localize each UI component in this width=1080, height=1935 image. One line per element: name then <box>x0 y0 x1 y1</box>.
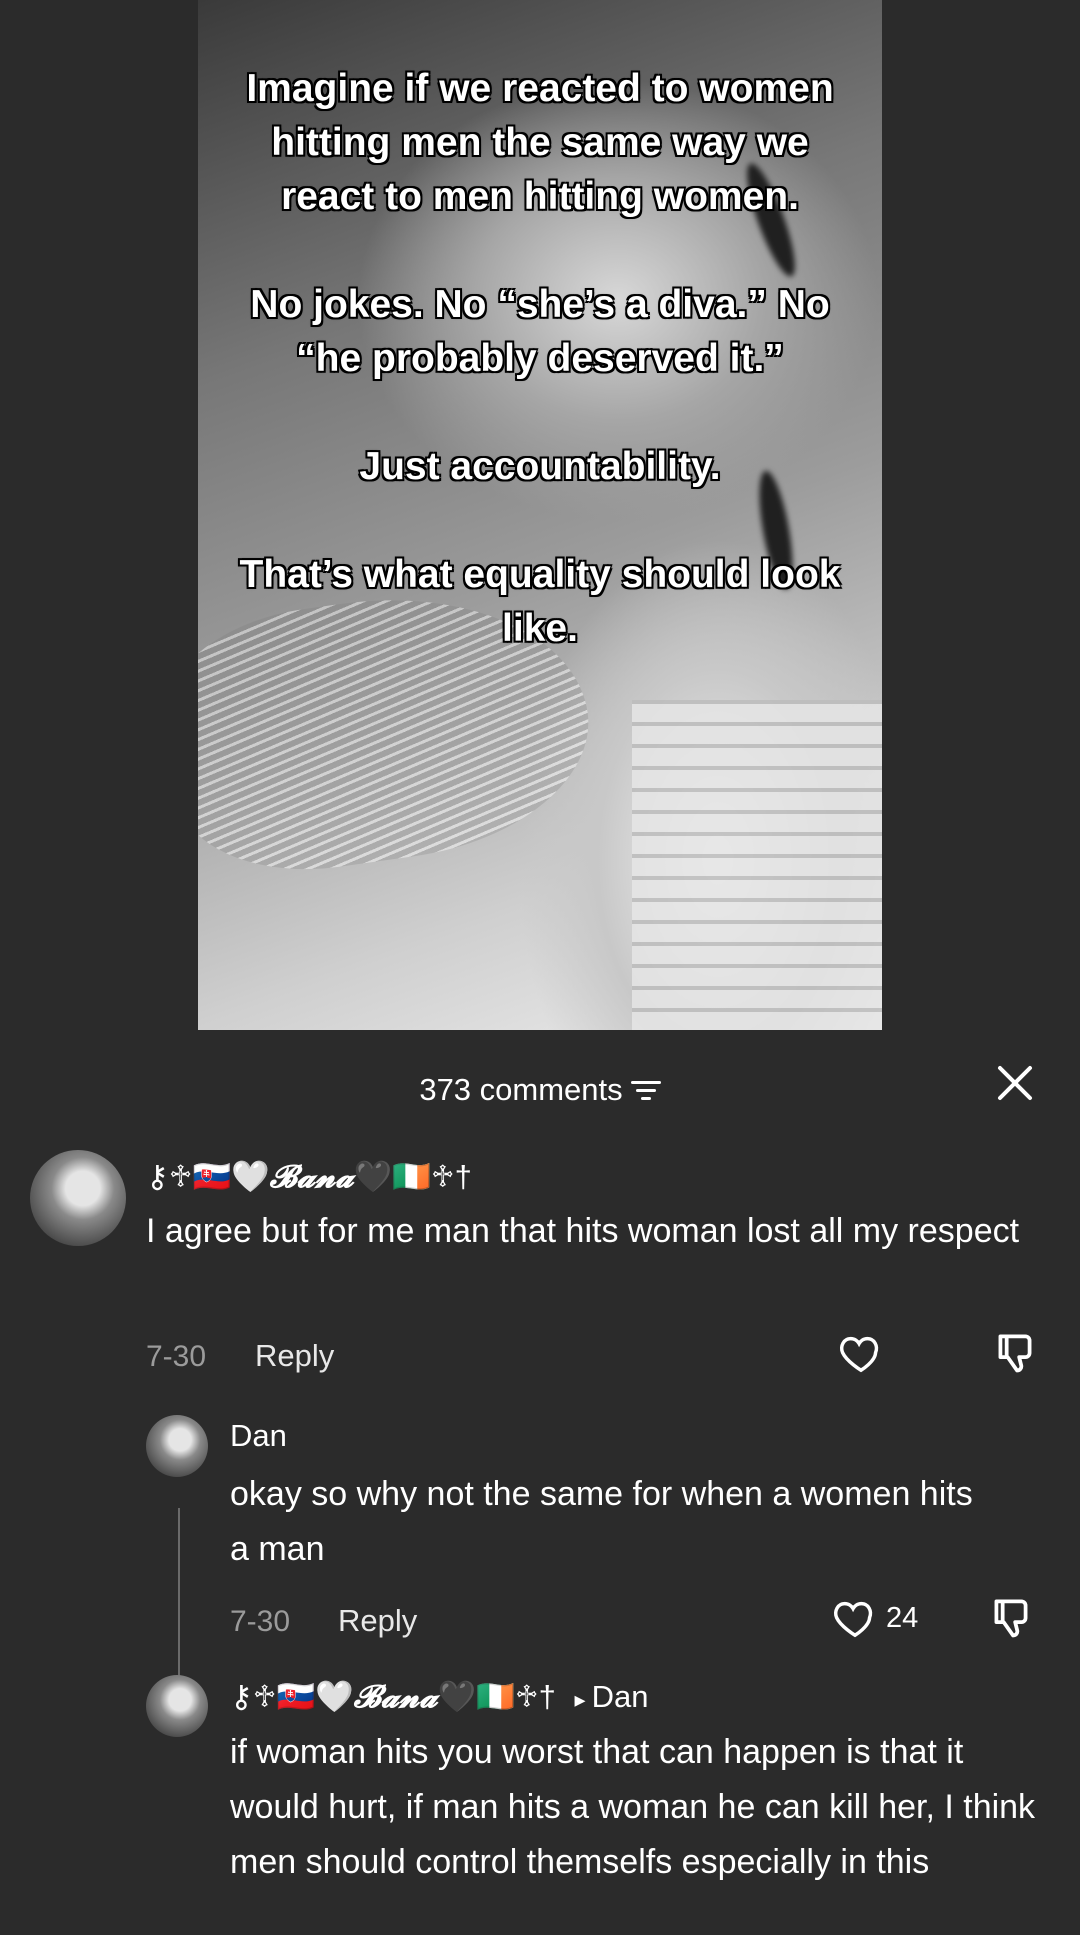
comments-count: 373 comments <box>419 1072 623 1107</box>
like-count: 24 <box>886 1601 919 1634</box>
comment-text: if woman hits you worst that can happen … <box>230 1733 1036 1881</box>
video-frame[interactable]: Imagine if we reacted to women hitting m… <box>198 0 882 1030</box>
background-window <box>632 700 882 1030</box>
caption-line: That’s what equality should look like. <box>239 553 841 650</box>
filter-lines-icon[interactable] <box>630 1079 661 1101</box>
comment-text: okay so why not the same for when a wome… <box>230 1475 973 1568</box>
author-name: 𝓑𝓪𝓷𝓪 <box>353 1679 438 1715</box>
author-name: 𝓑𝓪𝓷𝓪 <box>269 1159 354 1195</box>
author-emoji-suffix: 🖤🇮🇪♱† <box>437 1679 556 1714</box>
author-emoji-prefix: ⚷♱🇸🇰🤍 <box>146 1159 270 1194</box>
video-area[interactable]: Imagine if we reacted to women hitting m… <box>0 0 1080 1030</box>
comment-author[interactable]: ⚷♱🇸🇰🤍𝓑𝓪𝓷𝓪🖤🇮🇪♱† <box>146 1158 472 1196</box>
comments-sheet: 373 comments ⚷♱🇸🇰🤍𝓑𝓪𝓷𝓪🖤🇮🇪♱† I agree but … <box>0 1030 1080 1920</box>
thumbs-down-icon[interactable] <box>986 1593 1036 1643</box>
caption-line: No jokes. No “she’s a diva.” No “he prob… <box>250 283 830 380</box>
comment-date: 7-30 <box>230 1605 291 1638</box>
caption-line: Imagine if we reacted to women hitting m… <box>246 67 834 218</box>
reply-item: ⚷♱🇸🇰🤍𝓑𝓪𝓷𝓪🖤🇮🇪♱† ▸ Dan if woman hits you wo… <box>0 1675 1080 1935</box>
heart-outline-icon <box>840 1336 879 1373</box>
comment-author[interactable]: ⚷♱🇸🇰🤍𝓑𝓪𝓷𝓪🖤🇮🇪♱† ▸ Dan <box>230 1678 648 1716</box>
heart-outline-icon <box>834 1601 873 1638</box>
avatar[interactable] <box>146 1675 208 1737</box>
comment-text: I agree but for me man that hits woman l… <box>146 1212 1020 1250</box>
author-emoji-prefix: ⚷♱🇸🇰🤍 <box>230 1679 354 1714</box>
reply-arrow-icon: ▸ <box>574 1687 586 1712</box>
like-button[interactable]: 24 <box>832 1595 918 1641</box>
reply-button[interactable]: Reply <box>338 1603 417 1639</box>
avatar[interactable] <box>146 1415 208 1477</box>
caption-line: Just accountability. <box>359 445 721 488</box>
comments-header: 373 comments <box>0 1060 1080 1120</box>
thumbs-down-icon[interactable] <box>990 1328 1040 1378</box>
author-emoji-suffix: 🖤🇮🇪♱† <box>353 1159 472 1194</box>
comment-author[interactable]: Dan <box>230 1418 287 1454</box>
reply-item: Dan okay so why not the same for when a … <box>0 1415 1080 1685</box>
comment-item: ⚷♱🇸🇰🤍𝓑𝓪𝓷𝓪🖤🇮🇪♱† I agree but for me man th… <box>0 1150 1080 1420</box>
avatar[interactable] <box>30 1150 126 1246</box>
like-button[interactable] <box>838 1330 884 1376</box>
reply-button[interactable]: Reply <box>255 1338 334 1374</box>
close-icon[interactable] <box>990 1058 1040 1108</box>
video-caption-overlay: Imagine if we reacted to women hitting m… <box>198 62 882 710</box>
comment-date: 7-30 <box>146 1340 207 1373</box>
reply-to-name[interactable]: Dan <box>592 1679 649 1714</box>
